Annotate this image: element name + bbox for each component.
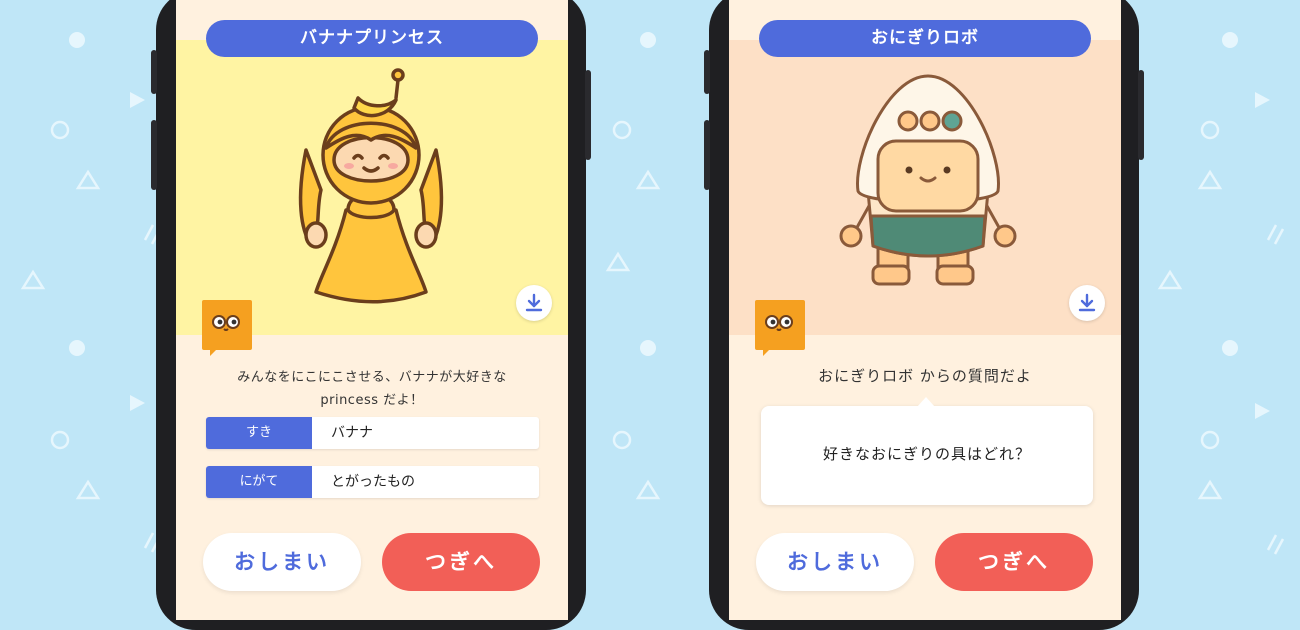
character-description-1: みんなをにこにこさせる、バナナが大好きな <box>237 370 507 385</box>
attribute-label: すき <box>206 417 312 449</box>
question-bubble: 好きなおにぎりの具はどれ？ <box>761 397 1093 505</box>
character-description-2: princess だよ！ <box>320 393 424 408</box>
attribute-row-likes: すき バナナ <box>206 417 539 449</box>
end-button[interactable]: おしまい <box>756 533 914 591</box>
attribute-row-dislikes: にがて とがったもの <box>206 466 539 498</box>
banana-princess-illustration <box>298 68 444 304</box>
right-screen: おにぎりロボ おにぎりロボ からの質問だよ 好きなおにぎりの具はどれ？ おしまい… <box>729 0 1121 620</box>
question-intro: おにぎりロボ からの質問だよ <box>818 367 1032 385</box>
next-button[interactable]: つぎへ <box>935 533 1093 591</box>
onigiri-robot-illustration <box>839 74 1017 286</box>
end-button[interactable]: おしまい <box>203 533 361 591</box>
download-button[interactable] <box>1069 285 1105 321</box>
left-screen: バナナプリンセス みんなをにこにこさせる、バナナが大好きな princess だ… <box>176 0 568 620</box>
question-text: 好きなおにぎりの具はどれ？ <box>822 445 1031 463</box>
attribute-value: バナナ <box>331 425 373 441</box>
character-title: バナナプリンセス <box>206 20 538 57</box>
attribute-label: にがて <box>206 466 312 498</box>
owl-mascot-icon <box>202 300 252 356</box>
download-button[interactable] <box>516 285 552 321</box>
character-title: おにぎりロボ <box>759 20 1091 57</box>
owl-mascot-icon <box>755 300 805 356</box>
next-button[interactable]: つぎへ <box>382 533 540 591</box>
download-icon <box>1078 293 1096 312</box>
right-phone: おにぎりロボ おにぎりロボ からの質問だよ 好きなおにぎりの具はどれ？ おしまい… <box>704 0 1144 630</box>
left-phone: バナナプリンセス みんなをにこにこさせる、バナナが大好きな princess だ… <box>151 0 591 630</box>
attribute-value: とがったもの <box>331 474 415 490</box>
download-icon <box>525 293 543 312</box>
